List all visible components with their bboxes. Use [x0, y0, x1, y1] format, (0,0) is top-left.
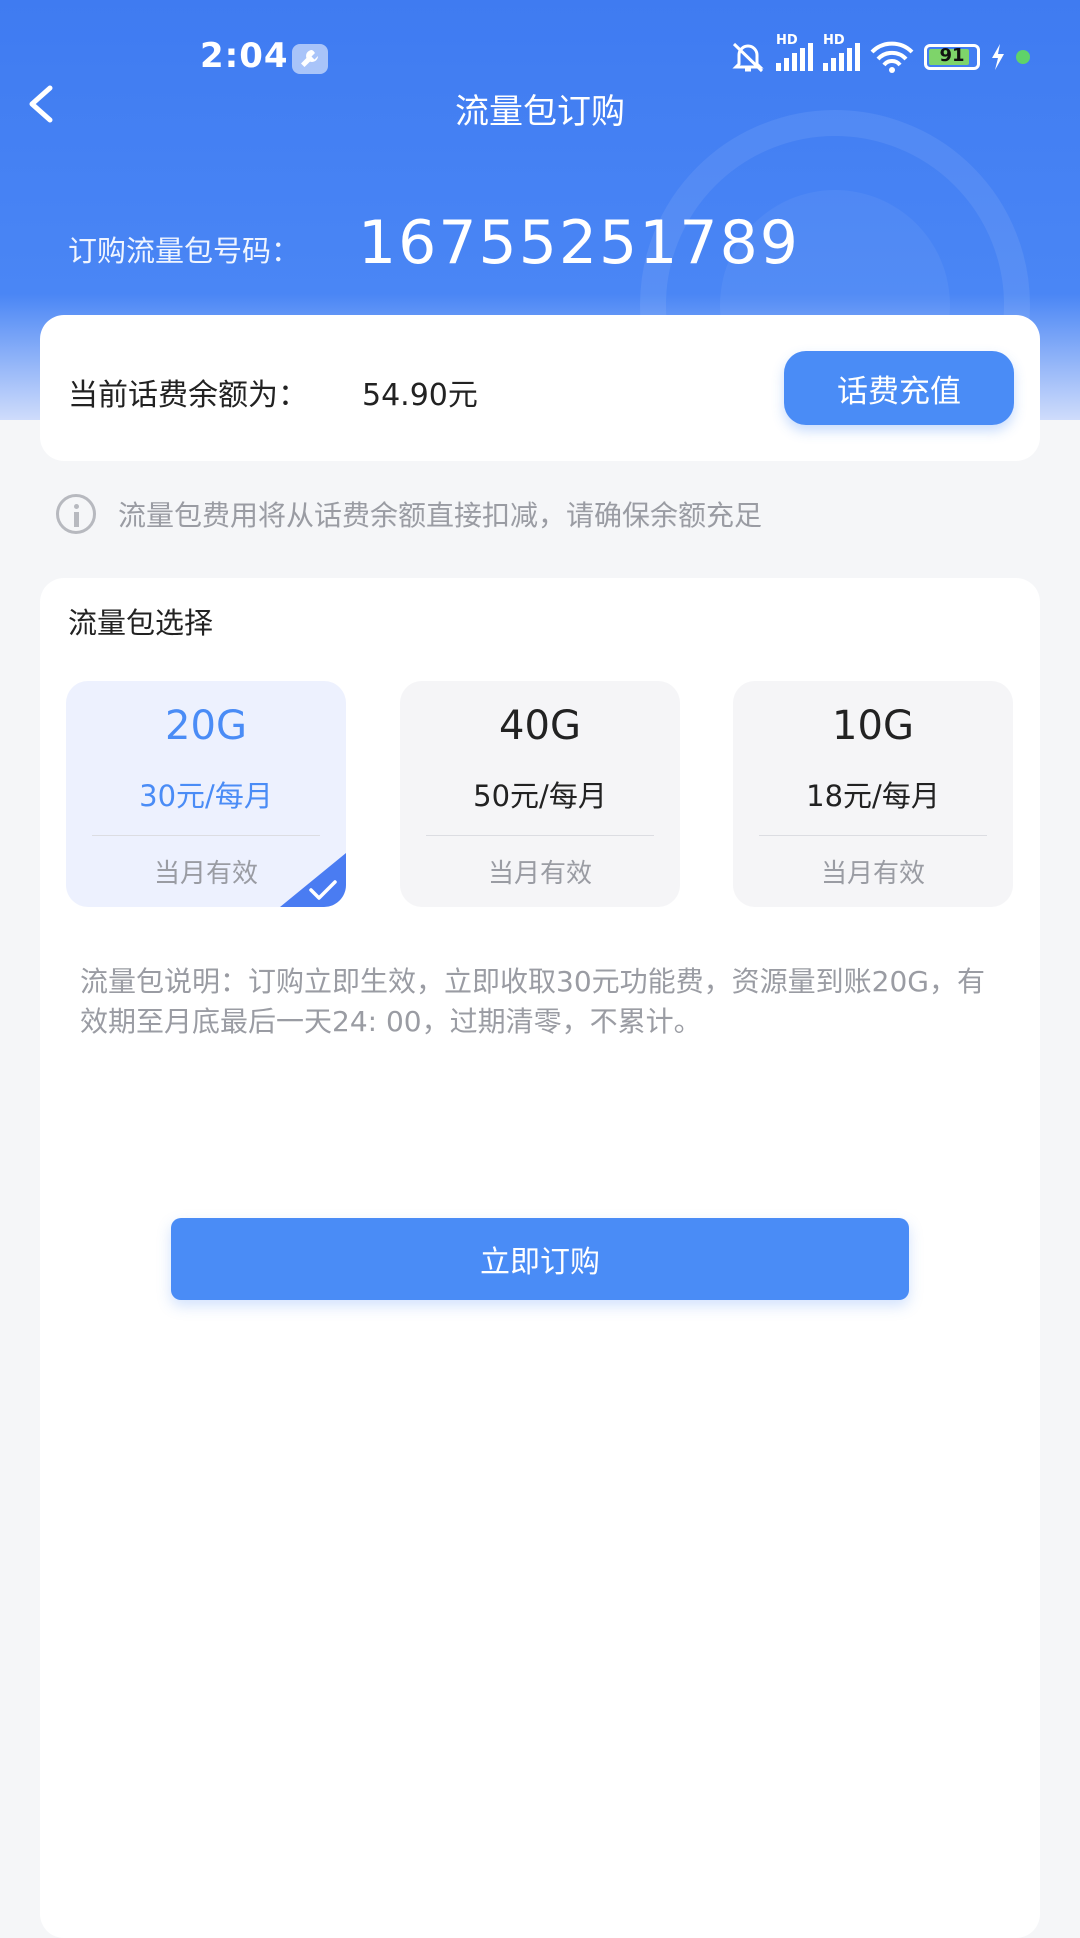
plan-price: 30元/每月: [139, 779, 273, 813]
plan-divider: [759, 835, 987, 836]
status-dot: [1016, 50, 1030, 64]
plan-price: 18元/每月: [806, 779, 940, 813]
plan-divider: [426, 835, 654, 836]
signal-icon-2: HD: [823, 33, 860, 71]
plan-option-10g[interactable]: 10G 18元/每月 当月有效: [733, 681, 1013, 907]
plan-size: 10G: [832, 703, 914, 749]
balance-card: 当前话费余额为： 54.90元 话费充值: [40, 315, 1040, 461]
phone-label: 订购流量包号码：: [68, 234, 301, 268]
mute-bell-icon: [732, 42, 764, 73]
status-time: 2:04: [200, 36, 289, 76]
order-button[interactable]: 立即订购: [171, 1218, 909, 1300]
plan-validity: 当月有效: [487, 859, 592, 889]
charging-icon: [992, 44, 1004, 70]
balance-value: 54.90元: [362, 378, 478, 413]
info-icon: [56, 494, 96, 534]
package-card: 流量包选择 20G 30元/每月 当月有效 40G 50元/每月 当月有效 10…: [40, 578, 1040, 1938]
wifi-icon: [870, 41, 914, 73]
plan-validity: 当月有效: [153, 859, 258, 889]
recharge-button[interactable]: 话费充值: [784, 351, 1014, 425]
battery-level: 91: [939, 45, 965, 66]
plan-size: 40G: [499, 703, 581, 749]
wrench-icon: [292, 44, 328, 74]
plan-validity: 当月有效: [820, 859, 925, 889]
plan-size: 20G: [165, 703, 247, 749]
battery-icon: 91: [924, 44, 980, 70]
plan-option-20g[interactable]: 20G 30元/每月 当月有效: [66, 681, 346, 907]
signal-icon: HD: [776, 33, 813, 71]
section-title: 流量包选择: [68, 606, 214, 640]
plan-price: 50元/每月: [473, 779, 607, 813]
notice-text: 流量包费用将从话费余额直接扣减，请确保余额充足: [118, 499, 763, 532]
plan-divider: [92, 835, 320, 836]
phone-number: 16755251789: [358, 208, 800, 278]
plan-option-40g[interactable]: 40G 50元/每月 当月有效: [400, 681, 680, 907]
page-title: 流量包订购: [455, 92, 625, 132]
package-description: 流量包说明：订购立即生效，立即收取30元功能费，资源量到账20G，有效期至月底最…: [80, 965, 985, 1038]
status-icons: HD HD 91: [730, 33, 1030, 74]
notice: 流量包费用将从话费余额直接扣减，请确保余额充足: [56, 494, 762, 534]
balance-label: 当前话费余额为：: [68, 378, 308, 413]
